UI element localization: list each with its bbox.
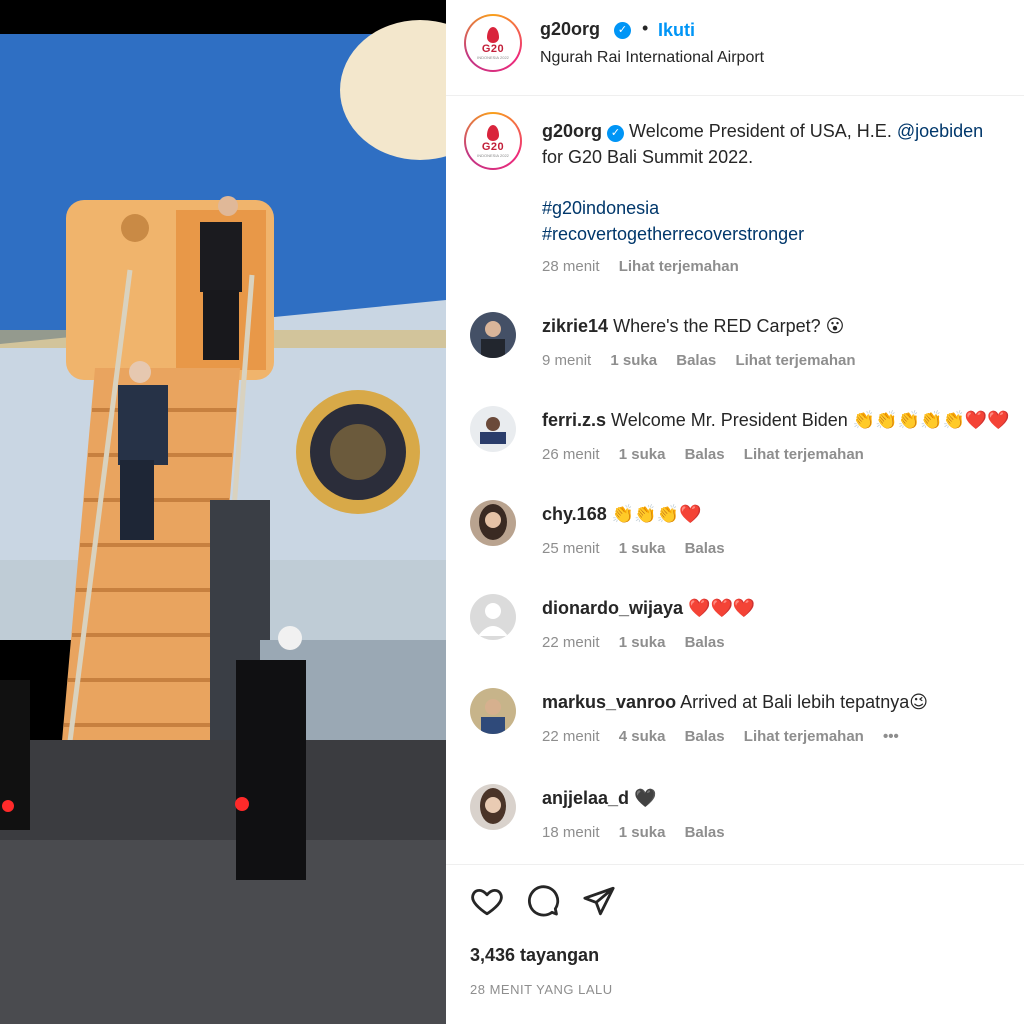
verified-badge-icon: ✓ bbox=[607, 125, 625, 142]
comment-likes[interactable]: 4 suka bbox=[619, 728, 666, 745]
caption-time[interactable]: 28 menit bbox=[542, 258, 600, 275]
caption-line-2: for G20 Bali Summit 2022. bbox=[542, 147, 754, 167]
commenter-avatar[interactable] bbox=[470, 406, 516, 452]
caption-username[interactable]: g20org bbox=[542, 121, 602, 141]
hashtag-link[interactable]: #g20indonesia bbox=[542, 198, 659, 219]
caption-mention[interactable]: @joebiden bbox=[897, 121, 983, 141]
commenter-avatar[interactable] bbox=[470, 784, 516, 830]
comment-meta: 22 menit 4 suka Balas Lihat terjemahan •… bbox=[542, 728, 914, 745]
author-avatar[interactable]: G20 INDONESIA 2022 bbox=[464, 14, 522, 72]
comment-text: Arrived at Bali lebih tepatnya😉 bbox=[680, 692, 928, 712]
comment-meta: 25 menit 1 suka Balas bbox=[542, 540, 740, 557]
g20-logo-icon: G20 INDONESIA 2022 bbox=[469, 117, 517, 165]
reply-button[interactable]: Balas bbox=[685, 446, 725, 463]
comment-username[interactable]: chy.168 bbox=[542, 504, 607, 524]
comment-time[interactable]: 9 menit bbox=[542, 352, 591, 369]
comment-likes[interactable]: 1 suka bbox=[619, 540, 666, 557]
comment-username[interactable]: anjjelaa_d bbox=[542, 788, 629, 808]
reply-button[interactable]: Balas bbox=[685, 540, 725, 557]
g20-logo-icon: G20 INDONESIA 2022 bbox=[469, 19, 517, 67]
comment-item: chy.168 👏👏👏❤️ 25 menit 1 suka Balas bbox=[446, 500, 1024, 580]
comment-likes[interactable]: 1 suka bbox=[619, 634, 666, 651]
comment-item: markus_vanroo Arrived at Bali lebih tepa… bbox=[446, 688, 1024, 768]
reply-button[interactable]: Balas bbox=[685, 634, 725, 651]
comment-text: Where's the RED Carpet? 😮 bbox=[613, 316, 845, 336]
comment-item: dionardo_wijaya ❤️❤️❤️ 22 menit 1 suka B… bbox=[446, 594, 1024, 674]
comment-username[interactable]: zikrie14 bbox=[542, 316, 608, 336]
comment-item: zikrie14 Where's the RED Carpet? 😮 9 men… bbox=[446, 312, 1024, 392]
comment-item: anjjelaa_d 🖤 18 menit 1 suka Balas bbox=[446, 784, 1024, 864]
post-media[interactable] bbox=[0, 0, 446, 1024]
reply-button[interactable]: Balas bbox=[676, 352, 716, 369]
commenter-avatar[interactable] bbox=[470, 312, 516, 358]
comment-text: Welcome Mr. President Biden 👏👏👏👏👏❤️❤️ bbox=[611, 410, 1010, 430]
airplane-arrival-photo bbox=[0, 0, 446, 1024]
comment-text: 🖤 bbox=[634, 788, 657, 808]
comment-meta: 26 menit 1 suka Balas Lihat terjemahan bbox=[542, 446, 879, 463]
caption-line-1: g20org ✓ Welcome President of USA, H.E. … bbox=[542, 121, 983, 142]
translate-link[interactable]: Lihat terjemahan bbox=[744, 446, 864, 463]
share-icon[interactable] bbox=[582, 884, 616, 918]
comment-time[interactable]: 26 menit bbox=[542, 446, 600, 463]
comment-likes[interactable]: 1 suka bbox=[619, 446, 666, 463]
comment-item: ferri.z.s Welcome Mr. President Biden 👏👏… bbox=[446, 406, 1024, 486]
divider bbox=[446, 864, 1024, 865]
comment-meta: 22 menit 1 suka Balas bbox=[542, 634, 740, 651]
reply-button[interactable]: Balas bbox=[685, 824, 725, 841]
comment-username[interactable]: markus_vanroo bbox=[542, 692, 676, 712]
comment-text: ❤️❤️❤️ bbox=[688, 598, 756, 618]
translate-link[interactable]: Lihat terjemahan bbox=[619, 258, 739, 275]
comment-icon[interactable] bbox=[526, 884, 560, 918]
caption: G20 INDONESIA 2022 g20org ✓ Welcome Pres… bbox=[446, 112, 1024, 292]
verified-badge-icon: ✓ bbox=[614, 22, 631, 39]
commenter-avatar[interactable] bbox=[470, 688, 516, 734]
comment-time[interactable]: 25 menit bbox=[542, 540, 600, 557]
comment-time[interactable]: 22 menit bbox=[542, 634, 600, 651]
follow-button[interactable]: Ikuti bbox=[658, 20, 695, 41]
caption-avatar[interactable]: G20 INDONESIA 2022 bbox=[464, 112, 522, 170]
translate-link[interactable]: Lihat terjemahan bbox=[744, 728, 864, 745]
comment-username[interactable]: ferri.z.s bbox=[542, 410, 606, 430]
caption-meta: 28 menit Lihat terjemahan bbox=[542, 258, 754, 275]
caption-text: Welcome President of USA, H.E. bbox=[629, 121, 897, 141]
default-avatar-icon[interactable] bbox=[470, 594, 516, 640]
post-details-panel: G20 INDONESIA 2022 g20org ✓ • Ikuti Ngur… bbox=[446, 0, 1024, 1024]
separator-dot: • bbox=[642, 18, 649, 38]
reply-button[interactable]: Balas bbox=[685, 728, 725, 745]
comment-meta: 18 menit 1 suka Balas bbox=[542, 824, 740, 841]
post-timestamp: 28 MENIT YANG LALU bbox=[470, 982, 613, 997]
comment-likes[interactable]: 1 suka bbox=[619, 824, 666, 841]
heart-icon[interactable] bbox=[470, 884, 504, 918]
view-count[interactable]: 3,436 tayangan bbox=[470, 945, 599, 966]
author-username[interactable]: g20org bbox=[540, 19, 600, 40]
post-header: G20 INDONESIA 2022 g20org ✓ • Ikuti Ngur… bbox=[446, 0, 1024, 96]
comment-text: 👏👏👏❤️ bbox=[611, 504, 702, 524]
comment-likes[interactable]: 1 suka bbox=[610, 352, 657, 369]
translate-link[interactable]: Lihat terjemahan bbox=[735, 352, 855, 369]
comment-time[interactable]: 18 menit bbox=[542, 824, 600, 841]
comment-username[interactable]: dionardo_wijaya bbox=[542, 598, 683, 618]
more-icon[interactable]: ••• bbox=[883, 728, 899, 745]
hashtag-link[interactable]: #recovertogetherrecoverstronger bbox=[542, 224, 804, 245]
comment-meta: 9 menit 1 suka Balas Lihat terjemahan bbox=[542, 352, 870, 369]
commenter-avatar[interactable] bbox=[470, 500, 516, 546]
post-location[interactable]: Ngurah Rai International Airport bbox=[540, 49, 764, 67]
comment-time[interactable]: 22 menit bbox=[542, 728, 600, 745]
